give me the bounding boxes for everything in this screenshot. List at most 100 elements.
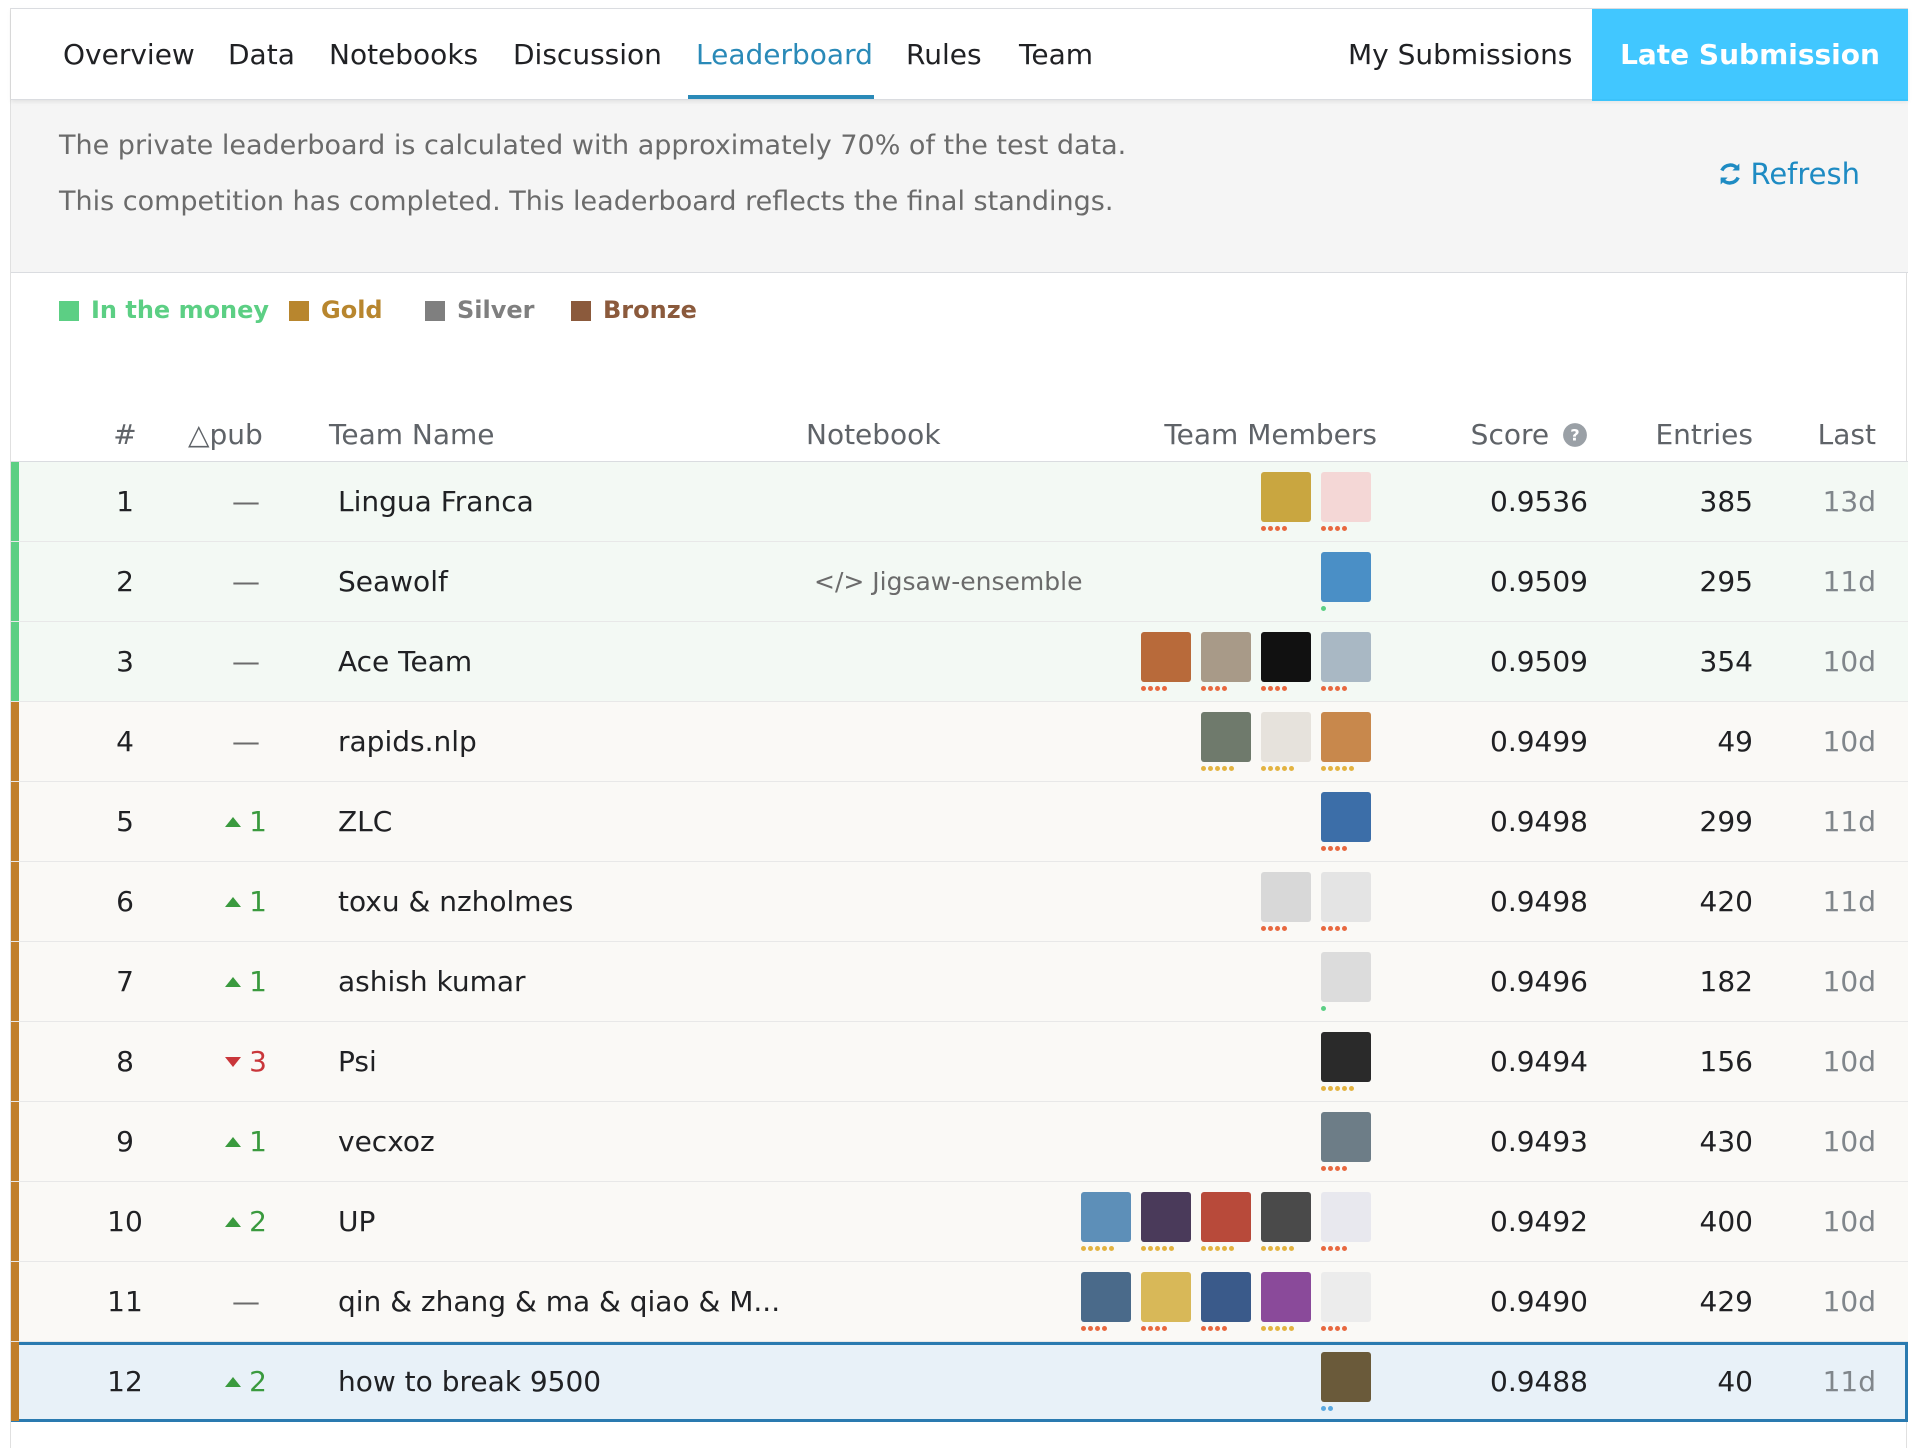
tab-notebooks[interactable]: Notebooks (329, 9, 478, 101)
last-cell: 11d (1822, 1365, 1876, 1398)
tab-data[interactable]: Data (228, 9, 295, 101)
team-name-link[interactable]: rapids.nlp (338, 702, 477, 782)
team-name-link[interactable]: vecxoz (338, 1102, 435, 1182)
score-cell: 0.9494 (1490, 1045, 1588, 1078)
team-members (1141, 632, 1371, 694)
col-team-name[interactable]: Team Name (329, 408, 495, 462)
my-submissions-link[interactable]: My Submissions (1348, 9, 1572, 101)
last-cell: 10d (1822, 965, 1876, 998)
team-members (1261, 872, 1371, 934)
col-entries[interactable]: Entries (1655, 408, 1753, 462)
team-members (1081, 1192, 1371, 1254)
tier-dots (1141, 1326, 1167, 1332)
table-row[interactable]: 6 1 toxu & nzholmes 0.9498 420 11d (11, 862, 1908, 942)
help-icon[interactable]: ? (1562, 422, 1588, 448)
team-name-link[interactable]: how to break 9500 (338, 1342, 601, 1422)
table-row[interactable]: 8 3 Psi 0.9494 156 10d (11, 1022, 1908, 1102)
delta-value: 3 (249, 1045, 267, 1078)
last-cell: 10d (1822, 1045, 1876, 1078)
tab-rules[interactable]: Rules (906, 9, 982, 101)
table-row[interactable]: 3 — Ace Team 0.9509 354 10d (11, 622, 1908, 702)
team-name-link[interactable]: toxu & nzholmes (338, 862, 573, 942)
entries-cell: 354 (1699, 645, 1753, 678)
avatar[interactable] (1141, 632, 1191, 691)
avatar[interactable] (1201, 1192, 1251, 1251)
col-rank[interactable]: # (95, 408, 155, 462)
col-delta-public[interactable]: △pub (188, 408, 263, 462)
avatar[interactable] (1081, 1272, 1131, 1331)
rank-up-icon (225, 1217, 242, 1227)
team-name-link[interactable]: ashish kumar (338, 942, 526, 1022)
table-row[interactable]: 7 1 ashish kumar 0.9496 182 10d (11, 942, 1908, 1022)
avatar[interactable] (1321, 632, 1371, 691)
avatar[interactable] (1141, 1192, 1191, 1251)
entries-cell: 182 (1699, 965, 1753, 998)
team-name-link[interactable]: Seawolf (338, 542, 448, 622)
avatar[interactable] (1321, 1032, 1371, 1091)
tab-overview[interactable]: Overview (63, 9, 195, 101)
avatar[interactable] (1261, 1192, 1311, 1251)
avatar[interactable] (1321, 872, 1371, 931)
last-cell: 10d (1822, 645, 1876, 678)
table-row[interactable]: 11 — qin & zhang & ma & qiao & M... 0.9490 4… (11, 1262, 1908, 1342)
avatar[interactable] (1081, 1192, 1131, 1251)
table-row[interactable]: 2 — Seawolf </> Jigsaw-ensemble 0.9509 295 11d (11, 542, 1908, 622)
table-row[interactable]: 10 2 UP 0.9492 400 10d (11, 1182, 1908, 1262)
late-submission-button[interactable]: Late Submission (1592, 9, 1908, 101)
leaderboard-header: # △pub Team Name Notebook Team Members S… (11, 408, 1908, 462)
tier-dots (1141, 686, 1167, 692)
leaderboard-info-panel: The private leaderboard is calculated wi… (11, 100, 1908, 273)
table-row[interactable]: 9 1 vecxoz 0.9493 430 10d (11, 1102, 1908, 1182)
delta-value: — (232, 725, 260, 758)
team-name-link[interactable]: Ace Team (338, 622, 472, 702)
avatar[interactable] (1321, 472, 1371, 531)
tier-dots (1321, 526, 1347, 532)
avatar[interactable] (1261, 1272, 1311, 1331)
team-name-link[interactable]: Lingua Franca (338, 462, 534, 542)
avatar[interactable] (1321, 792, 1371, 851)
avatar[interactable] (1321, 1352, 1371, 1411)
avatar[interactable] (1321, 1192, 1371, 1251)
avatar[interactable] (1321, 952, 1371, 1011)
tab-discussion[interactable]: Discussion (513, 9, 662, 101)
score-cell: 0.9509 (1490, 565, 1588, 598)
tab-team[interactable]: Team (1019, 9, 1093, 101)
avatar[interactable] (1261, 712, 1311, 771)
team-name-link[interactable]: Psi (338, 1022, 377, 1102)
col-last[interactable]: Last (1818, 408, 1876, 462)
delta-value: — (232, 565, 260, 598)
medal-tier-bar (11, 542, 19, 621)
rank-cell: 1 (116, 485, 134, 518)
notebook-link[interactable]: </> Jigsaw-ensemble (814, 542, 1082, 622)
avatar[interactable] (1141, 1272, 1191, 1331)
avatar[interactable] (1321, 552, 1371, 611)
avatar[interactable] (1321, 1112, 1371, 1171)
avatar[interactable] (1261, 472, 1311, 531)
team-name-link[interactable]: UP (338, 1182, 375, 1262)
avatar[interactable] (1201, 1272, 1251, 1331)
team-name-link[interactable]: qin & zhang & ma & qiao & M... (338, 1262, 780, 1342)
tab-leaderboard[interactable]: Leaderboard (696, 9, 873, 101)
rank-cell: 6 (116, 885, 134, 918)
avatar[interactable] (1261, 632, 1311, 691)
table-row[interactable]: 1 — Lingua Franca 0.9536 385 13d (11, 462, 1908, 542)
legend-swatch (59, 301, 79, 321)
delta-cell: 1 (206, 942, 286, 1022)
table-row[interactable]: 12 2 how to break 9500 0.9488 40 11d (11, 1342, 1908, 1422)
rank-up-icon (225, 817, 242, 827)
refresh-button[interactable]: Refresh (1716, 157, 1860, 191)
table-row[interactable]: 5 1 ZLC 0.9498 299 11d (11, 782, 1908, 862)
avatar[interactable] (1261, 872, 1311, 931)
rank-down-icon (225, 1057, 242, 1067)
delta-cell: 1 (206, 862, 286, 942)
delta-value: 1 (249, 805, 267, 838)
entries-cell: 430 (1699, 1125, 1753, 1158)
team-name-link[interactable]: ZLC (338, 782, 392, 862)
tier-dots (1141, 1246, 1174, 1252)
avatar[interactable] (1201, 632, 1251, 691)
col-score[interactable]: Score ? (1471, 408, 1588, 462)
avatar[interactable] (1201, 712, 1251, 771)
avatar[interactable] (1321, 1272, 1371, 1331)
table-row[interactable]: 4 — rapids.nlp 0.9499 49 10d (11, 702, 1908, 782)
avatar[interactable] (1321, 712, 1371, 771)
